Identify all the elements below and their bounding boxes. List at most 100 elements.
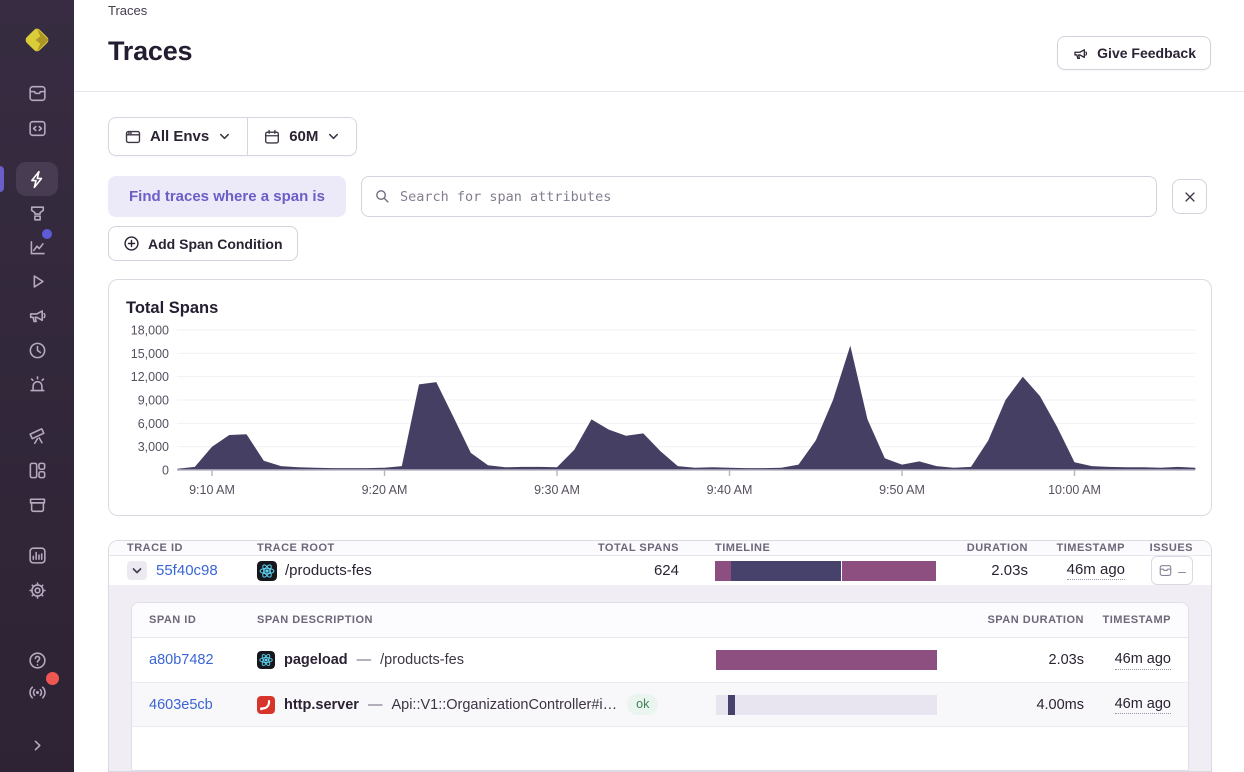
expanded-trace-section: SPAN ID SPAN DESCRIPTION SPAN DURATION T… xyxy=(109,585,1211,771)
traces-page: Traces Traces Give Feedback All Envs 60M… xyxy=(0,0,1244,772)
trace-id-link[interactable]: 55f40c98 xyxy=(156,562,218,579)
status-badge: ok xyxy=(627,694,659,715)
dashboards-icon xyxy=(29,462,45,478)
sidebar-item-releases[interactable] xyxy=(15,489,59,519)
sidebar-item-dashboards[interactable] xyxy=(15,455,59,485)
sentry-logo[interactable] xyxy=(21,24,53,56)
span-timestamp[interactable]: 46m ago xyxy=(1114,695,1171,715)
time-range-filter-label: 60M xyxy=(289,128,319,145)
chevron-right-icon xyxy=(34,740,41,750)
span-op: http.server xyxy=(284,696,359,713)
sidebar xyxy=(0,0,74,772)
col-span-timestamp: TIMESTAMP xyxy=(1102,614,1171,626)
traces-table-header: TRACE ID TRACE ROOT TOTAL SPANS TIMELINE… xyxy=(109,541,1211,556)
svg-text:6,000: 6,000 xyxy=(138,417,169,431)
trace-timestamp-cell: 46m ago xyxy=(1028,561,1125,581)
span-id-link[interactable]: a80b7482 xyxy=(149,652,214,668)
svg-text:10:00 AM: 10:00 AM xyxy=(1048,483,1101,497)
gear-icon xyxy=(28,581,46,599)
trace-duration: 2.03s xyxy=(991,562,1028,579)
help-icon xyxy=(28,651,46,669)
span-description-cell: pageload — /products-fes xyxy=(257,651,702,669)
svg-text:9,000: 9,000 xyxy=(138,394,169,408)
sidebar-item-settings[interactable] xyxy=(15,575,59,605)
span-attributes-search xyxy=(361,176,1157,217)
sidebar-item-projects[interactable] xyxy=(15,113,59,143)
span-timestamp-cell: 46m ago xyxy=(1084,695,1188,715)
sidebar-item-issues[interactable] xyxy=(15,78,59,108)
span-timeline-bar[interactable] xyxy=(716,694,937,715)
give-feedback-label: Give Feedback xyxy=(1097,45,1196,61)
span-row: a80b7482 pageload — /products-fes 2.03s … xyxy=(132,638,1188,682)
window-icon xyxy=(125,130,141,143)
total-spans-chart-panel: Total Spans 0 3,000 6,000 9,000 12,000 15,000… xyxy=(108,279,1212,516)
sidebar-item-explore-traces[interactable] xyxy=(16,162,58,196)
sidebar-item-replays[interactable] xyxy=(15,266,59,296)
svg-text:9:20 AM: 9:20 AM xyxy=(362,483,408,497)
col-trace-id: TRACE ID xyxy=(127,542,183,554)
insights-badge-dot xyxy=(42,229,52,239)
col-timestamp: TIMESTAMP xyxy=(1056,542,1125,554)
search-input[interactable] xyxy=(400,188,1144,205)
svg-text:15,000: 15,000 xyxy=(131,347,169,361)
col-span-duration: SPAN DURATION xyxy=(987,614,1084,626)
insights-icon xyxy=(30,240,45,254)
svg-text:9:50 AM: 9:50 AM xyxy=(879,483,925,497)
span-id-cell: a80b7482 xyxy=(132,652,257,668)
filter-bar: All Envs 60M xyxy=(108,117,358,156)
svg-text:9:30 AM: 9:30 AM xyxy=(534,483,580,497)
separator: — xyxy=(356,652,372,668)
calendar-icon xyxy=(265,129,280,144)
svg-text:12,000: 12,000 xyxy=(131,370,169,384)
col-total-spans: TOTAL SPANS xyxy=(597,542,679,554)
active-nav-indicator xyxy=(0,166,4,192)
total-spans-area-chart[interactable]: 0 3,000 6,000 9,000 12,000 15,000 18,000 9:10 A… xyxy=(109,280,1211,515)
stats-icon xyxy=(28,546,46,564)
trace-timeline-bar[interactable] xyxy=(715,560,936,581)
whats-new-badge-dot xyxy=(46,672,59,685)
time-range-filter-button[interactable]: 60M xyxy=(248,118,356,155)
archive-icon xyxy=(29,497,45,512)
sidebar-item-stats[interactable] xyxy=(15,540,59,570)
svg-text:9:10 AM: 9:10 AM xyxy=(189,483,235,497)
sidebar-item-whats-new[interactable] xyxy=(15,672,59,707)
sidebar-item-crons[interactable] xyxy=(15,335,59,365)
clear-search-button[interactable] xyxy=(1172,179,1207,214)
issues-cell: – xyxy=(1125,556,1211,585)
megaphone-icon xyxy=(1074,48,1088,59)
sidebar-item-user-feedback[interactable] xyxy=(15,300,59,330)
svg-text:18,000: 18,000 xyxy=(131,324,169,338)
col-timeline: TIMELINE xyxy=(715,542,771,554)
sidebar-item-discover[interactable] xyxy=(15,420,59,450)
span-duration: 2.03s xyxy=(1048,652,1084,668)
span-timeline-cell xyxy=(702,694,945,715)
trace-timestamp[interactable]: 46m ago xyxy=(1066,561,1125,581)
col-trace-root: TRACE ROOT xyxy=(257,542,335,554)
span-timeline-bar[interactable] xyxy=(716,650,937,670)
sidebar-item-help[interactable] xyxy=(15,645,59,675)
issues-icon xyxy=(1159,565,1172,576)
span-timeline-cell xyxy=(702,650,945,670)
span-description: /products-fes xyxy=(380,652,464,668)
col-span-id: SPAN ID xyxy=(149,614,197,626)
span-timestamp[interactable]: 46m ago xyxy=(1114,650,1171,670)
timeline-cell xyxy=(679,560,944,581)
add-span-condition-button[interactable]: Add Span Condition xyxy=(108,226,298,261)
span-id-link[interactable]: 4603e5cb xyxy=(149,697,213,713)
span-description: Api::V1::OrganizationController#i… xyxy=(391,696,618,713)
environment-filter-button[interactable]: All Envs xyxy=(109,118,247,155)
breadcrumb[interactable]: Traces xyxy=(108,3,147,18)
col-span-description: SPAN DESCRIPTION xyxy=(257,614,373,626)
sentry-logo-icon xyxy=(25,28,49,52)
svg-text:3,000: 3,000 xyxy=(138,440,169,454)
react-icon xyxy=(257,560,277,581)
sidebar-item-profiling[interactable] xyxy=(15,198,59,228)
trace-issues-button[interactable]: – xyxy=(1151,556,1193,585)
page-title: Traces xyxy=(108,36,193,66)
sidebar-collapse-button[interactable] xyxy=(15,730,59,760)
span-op: pageload xyxy=(284,652,348,668)
give-feedback-button[interactable]: Give Feedback xyxy=(1057,36,1211,70)
sidebar-item-alerts[interactable] xyxy=(15,369,59,399)
collapse-trace-button[interactable] xyxy=(127,561,147,580)
sidebar-item-insights[interactable] xyxy=(15,229,59,262)
